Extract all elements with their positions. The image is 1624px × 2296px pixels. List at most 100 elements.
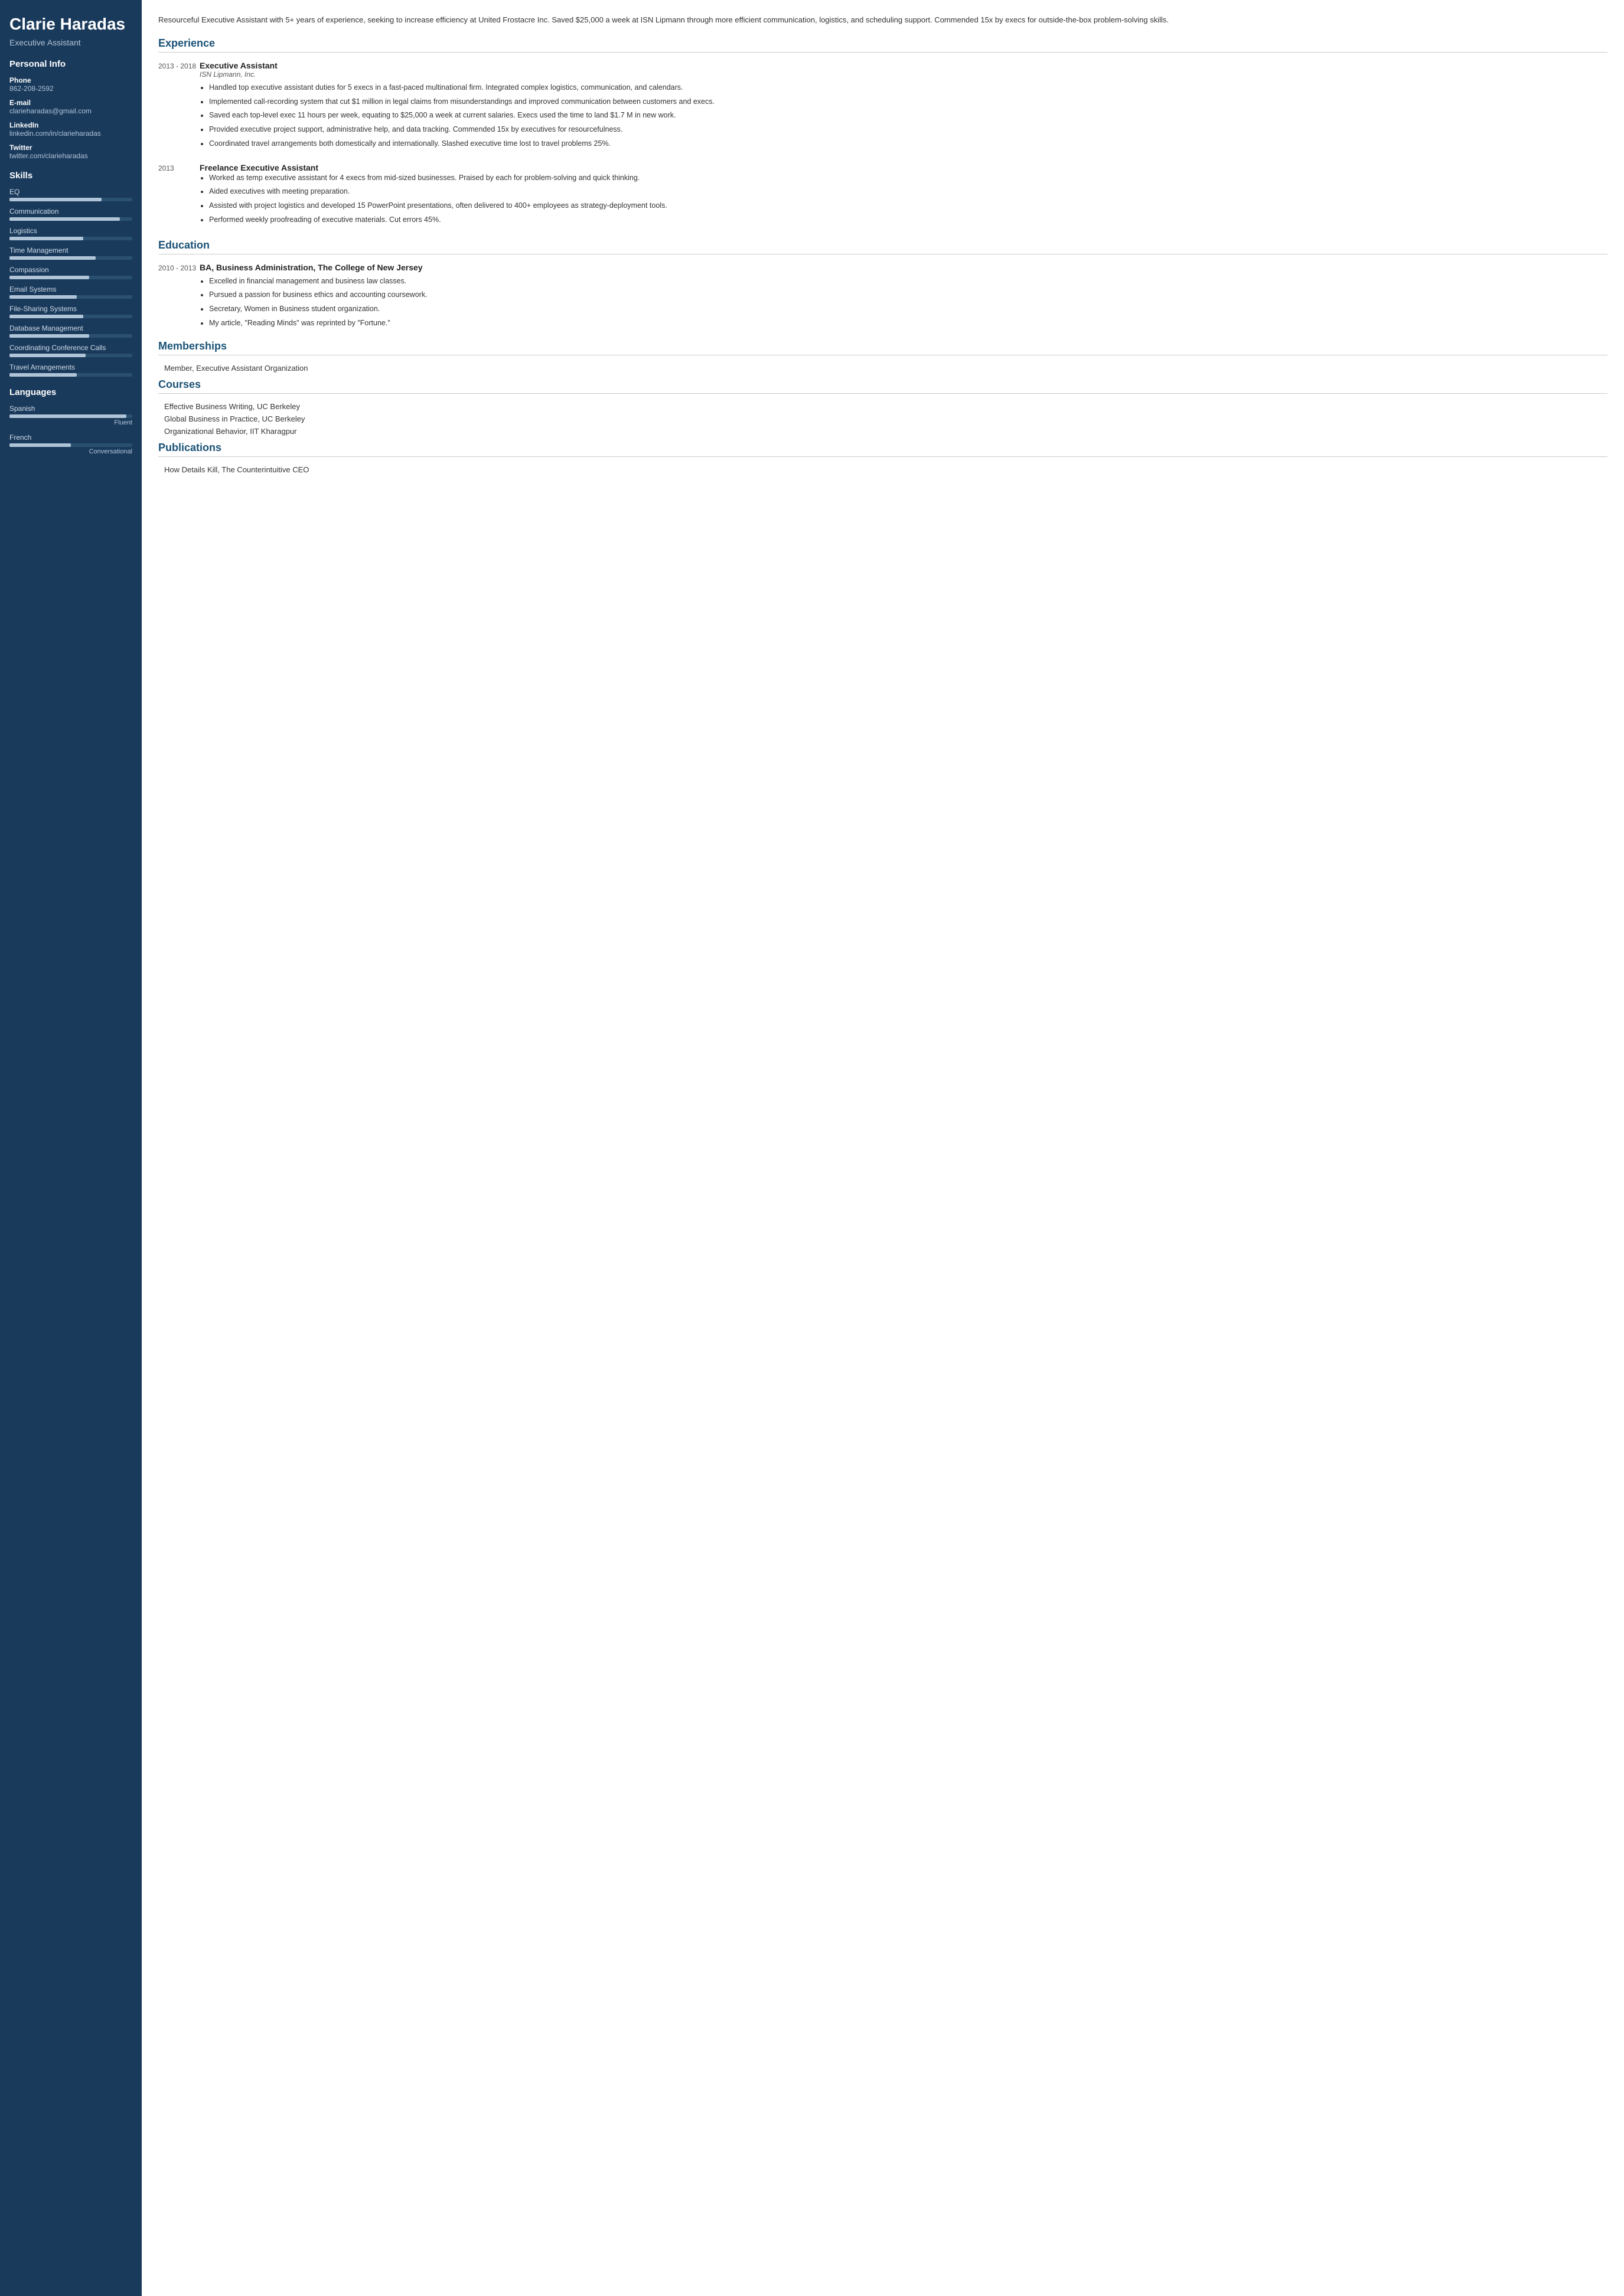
experience-bullet: Handled top executive assistant duties f…: [209, 82, 1607, 93]
experience-bullet: Performed weekly proofreading of executi…: [209, 214, 1607, 226]
email-label: E-mail: [9, 99, 132, 107]
skills-section-title: Skills: [9, 171, 132, 181]
skill-item: Time Management: [9, 246, 132, 260]
skill-name: Logistics: [9, 227, 132, 235]
experience-section-title: Experience: [158, 37, 1607, 53]
phone-info: Phone 862-208-2592: [9, 76, 132, 93]
skill-bar-fill: [9, 198, 102, 201]
memberships-list: Member, Executive Assistant Organization: [158, 364, 1607, 373]
education-bullet: Pursued a passion for business ethics an…: [209, 289, 1607, 301]
languages-list: Spanish Fluent French Conversational: [9, 404, 132, 455]
courses-section-title: Courses: [158, 378, 1607, 394]
skill-item: File-Sharing Systems: [9, 305, 132, 318]
email-info: E-mail clarieharadas@gmail.com: [9, 99, 132, 115]
linkedin-value: linkedin.com/in/clarieharadas: [9, 129, 132, 138]
email-value: clarieharadas@gmail.com: [9, 107, 132, 115]
experience-item: 2013 Freelance Executive Assistant Worke…: [158, 163, 1607, 228]
publication-item: How Details Kill, The Counterintuitive C…: [158, 465, 1607, 474]
experience-title: Executive Assistant: [200, 61, 1607, 70]
skill-bar-fill: [9, 217, 120, 221]
linkedin-label: LinkedIn: [9, 121, 132, 129]
experience-content: Executive Assistant ISN Lipmann, Inc. Ha…: [200, 61, 1607, 152]
experience-list: 2013 - 2018 Executive Assistant ISN Lipm…: [158, 61, 1607, 228]
skill-item: Database Management: [9, 324, 132, 338]
skill-name: Time Management: [9, 246, 132, 254]
twitter-value: twitter.com/clarieharadas: [9, 152, 132, 160]
education-bullets: Excelled in financial management and bus…: [200, 276, 1607, 329]
language-item: Spanish Fluent: [9, 404, 132, 426]
education-bullet: Excelled in financial management and bus…: [209, 276, 1607, 287]
skill-bar-fill: [9, 373, 77, 377]
skill-bar-fill: [9, 256, 96, 260]
skill-bar-background: [9, 354, 132, 357]
skill-bar-background: [9, 237, 132, 240]
twitter-label: Twitter: [9, 143, 132, 152]
summary-text: Resourceful Executive Assistant with 5+ …: [158, 14, 1607, 27]
experience-date: 2013: [158, 163, 200, 228]
experience-content: Freelance Executive Assistant Worked as …: [200, 163, 1607, 228]
linkedin-info: LinkedIn linkedin.com/in/clarieharadas: [9, 121, 132, 138]
course-item: Effective Business Writing, UC Berkeley: [158, 402, 1607, 411]
experience-bullets: Worked as temp executive assistant for 4…: [200, 172, 1607, 226]
skill-bar-fill: [9, 354, 86, 357]
skill-bar-background: [9, 198, 132, 201]
skill-bar-background: [9, 373, 132, 377]
language-bar-fill: [9, 414, 126, 418]
experience-title: Freelance Executive Assistant: [200, 163, 1607, 172]
skill-bar-background: [9, 217, 132, 221]
personal-info-section-title: Personal Info: [9, 59, 132, 69]
sidebar: Clarie Haradas Executive Assistant Perso…: [0, 0, 142, 2296]
education-item: 2010 - 2013 BA, Business Administration,…: [158, 263, 1607, 332]
skill-item: EQ: [9, 188, 132, 201]
skill-bar-background: [9, 295, 132, 299]
education-bullet: Secretary, Women in Business student org…: [209, 303, 1607, 315]
education-title: BA, Business Administration, The College…: [200, 263, 1607, 272]
main-content: Resourceful Executive Assistant with 5+ …: [142, 0, 1624, 2296]
publications-list: How Details Kill, The Counterintuitive C…: [158, 465, 1607, 474]
experience-bullet: Worked as temp executive assistant for 4…: [209, 172, 1607, 184]
skill-bar-fill: [9, 315, 83, 318]
memberships-section-title: Memberships: [158, 340, 1607, 355]
skill-bar-background: [9, 276, 132, 279]
candidate-name: Clarie Haradas: [9, 14, 132, 34]
publications-section-title: Publications: [158, 442, 1607, 457]
experience-company: ISN Lipmann, Inc.: [200, 70, 1607, 79]
skill-name: Coordinating Conference Calls: [9, 344, 132, 352]
language-bar-background: [9, 414, 132, 418]
experience-bullet: Implemented call-recording system that c…: [209, 96, 1607, 107]
membership-item: Member, Executive Assistant Organization: [158, 364, 1607, 373]
skill-item: Communication: [9, 207, 132, 221]
skill-bar-fill: [9, 295, 77, 299]
skill-item: Compassion: [9, 266, 132, 279]
experience-bullets: Handled top executive assistant duties f…: [200, 82, 1607, 149]
skill-name: Compassion: [9, 266, 132, 274]
skill-bar-fill: [9, 237, 83, 240]
language-name: French: [9, 433, 132, 442]
skill-name: Communication: [9, 207, 132, 215]
phone-value: 862-208-2592: [9, 84, 132, 93]
skill-name: Email Systems: [9, 285, 132, 293]
education-bullet: My article, "Reading Minds" was reprinte…: [209, 318, 1607, 329]
skill-bar-background: [9, 256, 132, 260]
courses-list: Effective Business Writing, UC Berkeley G…: [158, 402, 1607, 436]
course-item: Organizational Behavior, IIT Kharagpur: [158, 427, 1607, 436]
experience-bullet: Coordinated travel arrangements both dom…: [209, 138, 1607, 149]
twitter-info: Twitter twitter.com/clarieharadas: [9, 143, 132, 160]
skill-name: File-Sharing Systems: [9, 305, 132, 313]
phone-label: Phone: [9, 76, 132, 84]
course-item: Global Business in Practice, UC Berkeley: [158, 414, 1607, 423]
experience-item: 2013 - 2018 Executive Assistant ISN Lipm…: [158, 61, 1607, 152]
education-list: 2010 - 2013 BA, Business Administration,…: [158, 263, 1607, 332]
skill-bar-background: [9, 334, 132, 338]
language-level: Fluent: [9, 419, 132, 426]
language-item: French Conversational: [9, 433, 132, 455]
education-content: BA, Business Administration, The College…: [200, 263, 1607, 332]
language-bar-background: [9, 443, 132, 447]
experience-bullet: Assisted with project logistics and deve…: [209, 200, 1607, 211]
candidate-title: Executive Assistant: [9, 38, 132, 47]
skill-item: Coordinating Conference Calls: [9, 344, 132, 357]
skill-bar-fill: [9, 276, 89, 279]
experience-bullet: Aided executives with meeting preparatio…: [209, 186, 1607, 197]
skill-name: EQ: [9, 188, 132, 196]
skills-list: EQ Communication Logistics Time Manageme…: [9, 188, 132, 377]
